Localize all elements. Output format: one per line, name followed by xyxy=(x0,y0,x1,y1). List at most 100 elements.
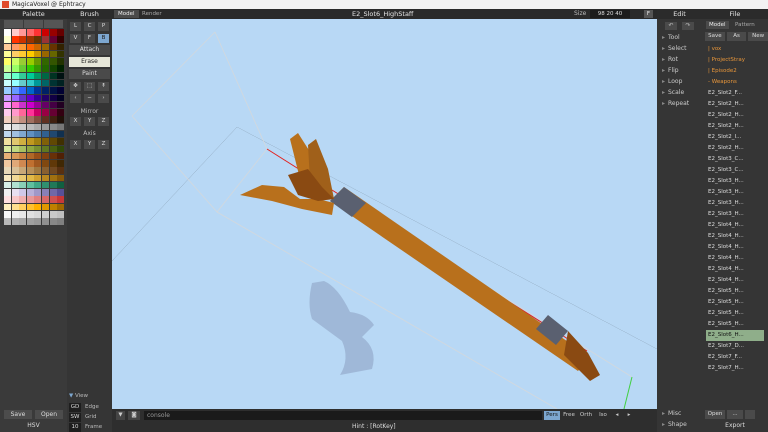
palette-swatch[interactable] xyxy=(19,43,27,51)
palette-swatch[interactable] xyxy=(49,65,57,72)
edit-scale[interactable]: ▸ Scale xyxy=(662,88,702,98)
fit-button[interactable]: F xyxy=(644,10,653,18)
palette-swatch[interactable] xyxy=(41,36,49,43)
file-extra-button[interactable] xyxy=(745,410,755,419)
palette-swatch[interactable] xyxy=(4,145,11,152)
palette-swatch[interactable] xyxy=(19,145,27,152)
palette-swatch[interactable] xyxy=(41,181,49,189)
palette-swatch[interactable] xyxy=(4,196,11,203)
palette-swatch[interactable] xyxy=(57,72,65,80)
file-item[interactable]: E2_Slot3_H... xyxy=(706,176,764,187)
palette-swatch[interactable] xyxy=(49,109,57,116)
view-pers-button[interactable]: Pers xyxy=(544,411,560,420)
palette-swatch[interactable] xyxy=(34,189,42,196)
palette-swatch[interactable] xyxy=(49,196,57,203)
palette-swatch[interactable] xyxy=(4,123,11,131)
palette-color-mode[interactable]: HSV xyxy=(0,421,67,431)
palette-swatch[interactable] xyxy=(41,43,49,51)
palette-swatch[interactable] xyxy=(41,87,49,94)
palette-swatch[interactable] xyxy=(34,116,42,123)
palette-swatch[interactable] xyxy=(49,87,57,94)
palette-swatch[interactable] xyxy=(19,58,27,65)
view-iso-button[interactable]: Iso xyxy=(596,411,610,420)
palette-swatch[interactable] xyxy=(49,167,57,174)
palette-swatch[interactable] xyxy=(11,218,19,225)
palette-swatch[interactable] xyxy=(4,160,11,167)
palette-swatch[interactable] xyxy=(34,130,42,138)
palette-swatch[interactable] xyxy=(11,65,19,72)
palette-swatch[interactable] xyxy=(49,72,57,80)
palette-swatch[interactable] xyxy=(11,196,19,203)
palette-swatch[interactable] xyxy=(19,152,27,160)
axis-y-button[interactable]: Y xyxy=(84,140,95,149)
palette-tab[interactable] xyxy=(24,20,43,28)
palette-swatch[interactable] xyxy=(26,189,34,196)
palette-swatch[interactable] xyxy=(41,174,49,182)
pin-icon[interactable]: ↟ xyxy=(98,82,109,91)
palette-swatch[interactable] xyxy=(49,116,57,123)
file-item[interactable]: E2_Slot2_H... xyxy=(706,110,764,121)
palette-swatch[interactable] xyxy=(41,152,49,160)
palette-swatch[interactable] xyxy=(26,101,34,109)
palette-swatch[interactable] xyxy=(41,101,49,109)
palette-swatch[interactable] xyxy=(34,79,42,87)
edit-rot[interactable]: ▸ Rot xyxy=(662,55,702,65)
palette-swatch[interactable] xyxy=(41,130,49,138)
file-item[interactable]: E2_Slot5_H... xyxy=(706,319,764,330)
palette-swatch[interactable] xyxy=(41,160,49,167)
palette-swatch[interactable] xyxy=(4,211,11,218)
palette-swatch[interactable] xyxy=(4,43,11,51)
palette-swatch[interactable] xyxy=(26,181,34,189)
console-input[interactable]: console xyxy=(144,411,542,420)
palette-swatch[interactable] xyxy=(26,152,34,160)
palette-swatch[interactable] xyxy=(4,167,11,174)
palette-tab[interactable] xyxy=(44,20,63,28)
palette-swatch[interactable] xyxy=(34,101,42,109)
palette-swatch[interactable] xyxy=(26,43,34,51)
palette-swatch[interactable] xyxy=(49,218,57,225)
palette-swatch[interactable] xyxy=(34,36,42,43)
grid-row[interactable]: SW Grid xyxy=(69,413,111,422)
palette-swatch[interactable] xyxy=(19,181,27,189)
palette-swatch[interactable] xyxy=(19,109,27,116)
palette-swatch[interactable] xyxy=(26,79,34,87)
palette-swatch[interactable] xyxy=(11,72,19,80)
palette-swatch[interactable] xyxy=(49,145,57,152)
menu-triangle-icon[interactable]: ▼ xyxy=(116,411,125,420)
palette-swatch[interactable] xyxy=(4,94,11,102)
palette-swatch[interactable] xyxy=(19,36,27,43)
palette-tab[interactable] xyxy=(4,20,23,28)
palette-swatch[interactable] xyxy=(41,29,49,36)
file-item[interactable]: E2_Slot4_H... xyxy=(706,242,764,253)
palette-swatch[interactable] xyxy=(34,138,42,145)
palette-swatch[interactable] xyxy=(41,94,49,102)
palette-swatch[interactable] xyxy=(41,79,49,87)
palette-swatch[interactable] xyxy=(57,152,65,160)
palette-swatch[interactable] xyxy=(26,94,34,102)
palette-swatch[interactable] xyxy=(4,189,11,196)
file-item[interactable]: E2_Slot2_H... xyxy=(706,121,764,132)
file-open-button[interactable]: Open xyxy=(705,410,725,419)
palette-swatch[interactable] xyxy=(26,138,34,145)
palette-swatch[interactable] xyxy=(57,167,65,174)
palette-swatch[interactable] xyxy=(34,109,42,116)
palette-swatch[interactable] xyxy=(4,152,11,160)
palette-swatch[interactable] xyxy=(49,36,57,43)
palette-swatch[interactable] xyxy=(11,123,19,131)
palette-swatch[interactable] xyxy=(26,167,34,174)
attach-mode-button[interactable]: Attach xyxy=(69,45,110,55)
palette-swatch[interactable] xyxy=(11,87,19,94)
palette-swatch[interactable] xyxy=(49,43,57,51)
palette-swatch[interactable] xyxy=(11,203,19,211)
palette-swatch[interactable] xyxy=(49,79,57,87)
palette-swatch[interactable] xyxy=(57,138,65,145)
export-label[interactable]: Export xyxy=(702,421,768,431)
palette-swatch[interactable] xyxy=(57,181,65,189)
minus-icon[interactable]: − xyxy=(84,94,95,103)
palette-swatch[interactable] xyxy=(34,196,42,203)
palette-swatch[interactable] xyxy=(26,36,34,43)
palette-swatch[interactable] xyxy=(34,50,42,58)
palette-swatch[interactable] xyxy=(57,87,65,94)
palette-swatch[interactable] xyxy=(4,58,11,65)
mirror-x-button[interactable]: X xyxy=(70,117,81,126)
